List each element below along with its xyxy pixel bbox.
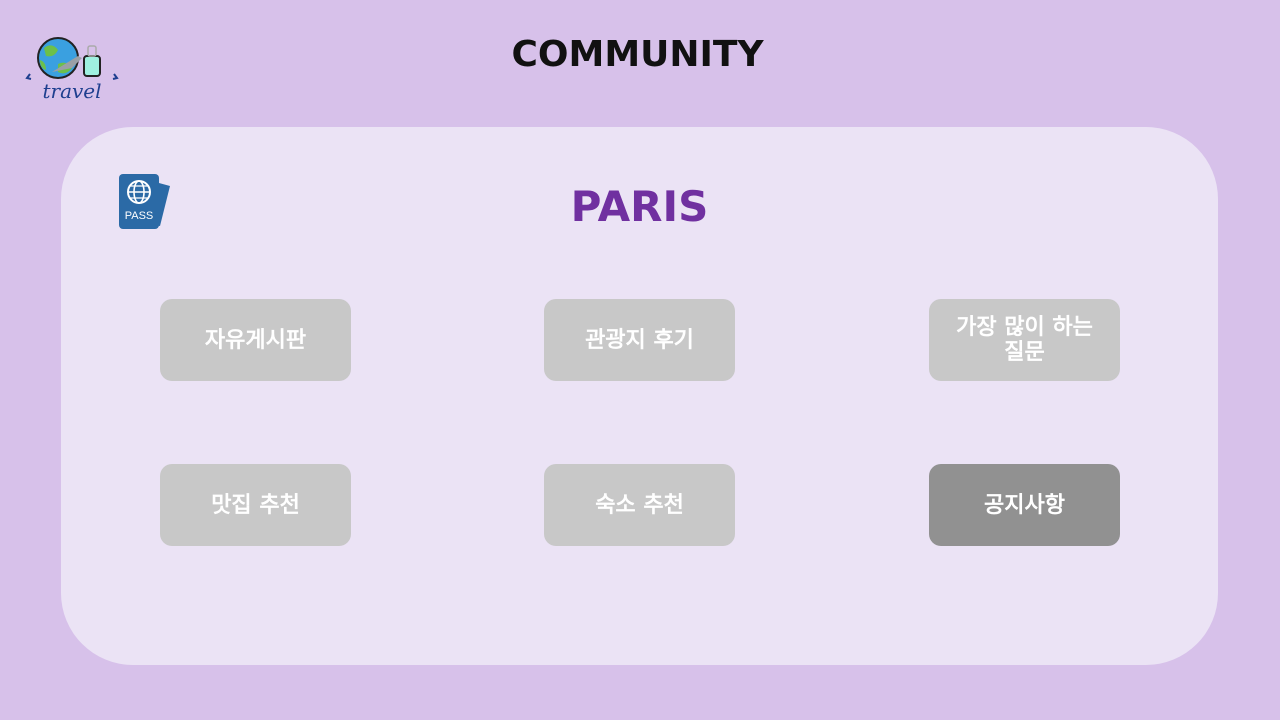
logo-text: travel (42, 79, 101, 103)
lodging-recommend-button[interactable]: 숙소 추천 (544, 464, 735, 546)
attraction-review-button[interactable]: 관광지 후기 (544, 299, 735, 381)
notice-button[interactable]: 공지사항 (929, 464, 1120, 546)
city-title: PARIS (570, 182, 709, 231)
free-board-button[interactable]: 자유게시판 (160, 299, 351, 381)
faq-button[interactable]: 가장 많이 하는 질문 (929, 299, 1120, 381)
page-title: COMMUNITY (511, 34, 764, 75)
restaurant-recommend-button[interactable]: 맛집 추천 (160, 464, 351, 546)
community-panel: PASS PARIS 자유게시판 관광지 후기 가장 많이 하는 질문 맛집 추… (61, 127, 1218, 665)
